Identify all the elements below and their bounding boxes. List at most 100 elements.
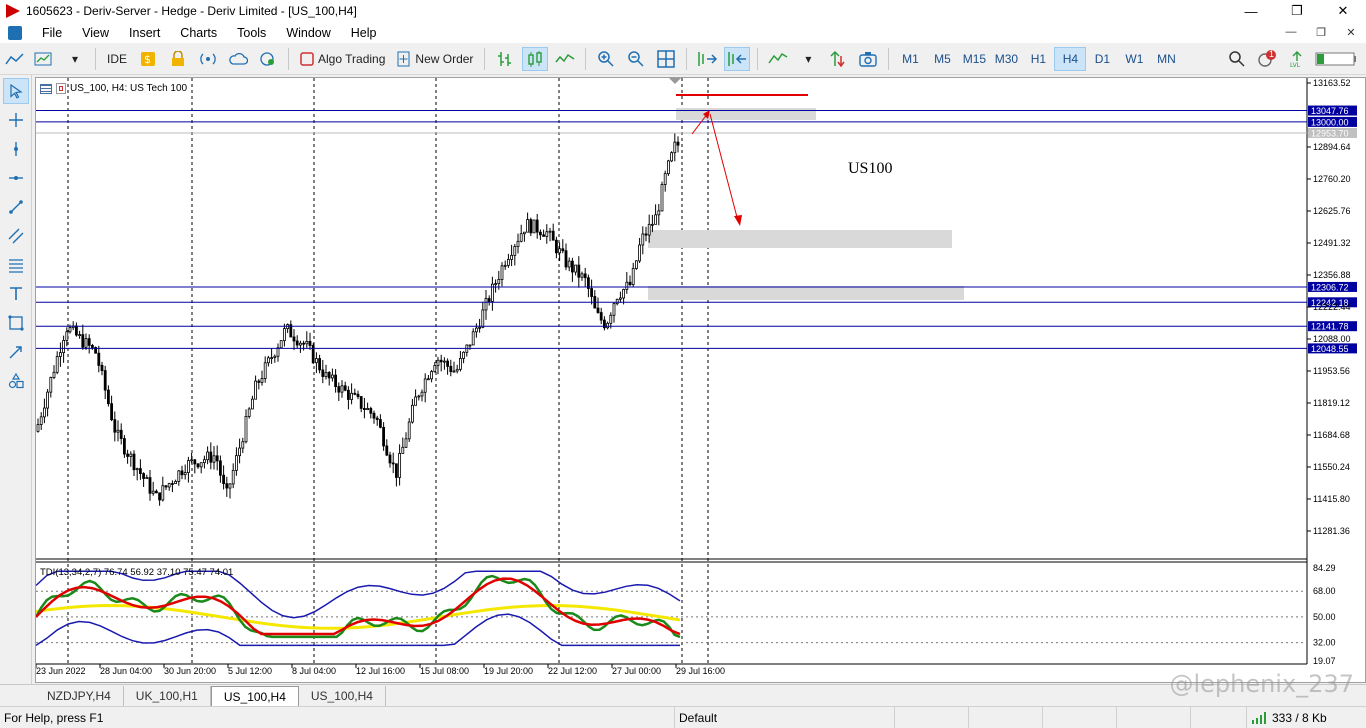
candle-body [449,365,453,373]
notifications-icon[interactable]: 1 [1254,47,1280,71]
fibonacci-tool-icon[interactable] [3,252,29,278]
timeframe-m15[interactable]: M15 [958,47,990,71]
candle-body [257,380,261,383]
candle-body [343,385,347,391]
candle-body [471,331,475,346]
chart-properties-icon[interactable] [40,83,52,94]
menu-tools[interactable]: Tools [227,26,276,40]
candle-body [87,338,91,346]
horizontal-line-tool-icon[interactable] [3,165,29,191]
candle-body [378,419,382,428]
candle-body [91,345,94,348]
signal-strength-icon[interactable]: LVL [1284,47,1310,71]
zoom-in-icon[interactable] [593,47,619,71]
market-icon[interactable]: $ [135,47,161,71]
mdi-minimize-button[interactable]: — [1276,26,1306,39]
chevron-down-icon[interactable]: ▾ [62,47,88,71]
menu-window[interactable]: Window [276,26,340,40]
trendline-tool-icon[interactable] [3,194,29,220]
chevron-down-icon[interactable]: ▾ [795,47,821,71]
chart-window[interactable]: 13047.76 13000.00 12953.70 12306.72 12242.18… [35,77,1366,683]
trade-icon[interactable] [56,83,66,94]
new-chart-icon[interactable] [32,47,58,71]
auto-scroll-icon[interactable] [694,47,720,71]
connection-status[interactable]: 333 / 8 Kb [1247,707,1366,728]
price-tag-label: 13000.00 [1311,117,1349,127]
time-label: 30 Jun 20:00 [164,666,216,676]
candlestick-icon[interactable] [522,47,549,71]
shapes-tool-icon[interactable] [3,310,29,336]
timeframe-h1[interactable]: H1 [1022,47,1054,71]
shift-marker [669,78,681,84]
timeframe-d1[interactable]: D1 [1086,47,1118,71]
price-label: 11819.12 [1313,398,1350,408]
profile-name: Default [675,706,895,728]
chart-window-icon[interactable] [8,25,22,40]
candle-body [417,395,421,398]
candle-body [116,429,120,433]
new-order-button[interactable]: New Order [393,47,477,71]
candle-body [516,240,520,247]
tab-us100-h4[interactable]: US_100,H4 [210,686,299,706]
lock-icon[interactable] [165,47,191,71]
tab-uk100-h1[interactable]: UK_100,H1 [124,686,211,706]
time-label: 12 Jul 16:00 [356,666,405,676]
channel-tool-icon[interactable] [3,223,29,249]
candle-body [522,231,526,235]
cursor-tool-icon[interactable] [3,78,29,104]
chart-shift-icon[interactable] [724,47,751,71]
ide-button[interactable]: IDE [103,47,131,71]
price-chart[interactable]: 13047.7613000.0012953.7012306.7212242.18… [36,78,1366,684]
tab-nzdjpy-h4[interactable]: NZDJPY,H4 [35,686,124,706]
menu-insert[interactable]: Insert [119,26,170,40]
expert-advisor-icon[interactable] [825,47,851,71]
menu-help[interactable]: Help [341,26,387,40]
price-tag-label: 12048.55 [1311,344,1349,354]
timeframe-m30[interactable]: M30 [990,47,1022,71]
bar-chart-icon[interactable] [492,47,518,71]
maximize-button[interactable]: ❐ [1274,0,1320,22]
arrow-down-head [734,215,742,226]
algo-trading-button[interactable]: Algo Trading [296,47,389,71]
tile-windows-icon[interactable] [653,47,679,71]
indicators-icon[interactable] [765,47,791,71]
screenshot-icon[interactable] [855,47,881,71]
timeframe-h4[interactable]: H4 [1054,47,1087,71]
price-tag-label: 13047.76 [1311,106,1349,116]
vertical-line-tool-icon[interactable] [3,136,29,162]
line-chart-icon[interactable] [552,47,578,71]
mdi-controls: — ❐ ✕ [1276,26,1366,39]
timeframe-mn[interactable]: MN [1150,47,1182,71]
terminal-window: 1605623 - Deriv-Server - Hedge - Deriv L… [0,0,1366,728]
menu-view[interactable]: View [72,26,119,40]
close-button[interactable]: ✕ [1320,0,1366,22]
candle-body [385,445,389,456]
minimize-button[interactable]: — [1228,0,1274,22]
vps-icon[interactable] [255,47,281,71]
timeframe-w1[interactable]: W1 [1118,47,1150,71]
main-toolbar: ▾ IDE $ Algo Trading New Order ▾ M1 M5 M… [0,44,1366,75]
menu-charts[interactable]: Charts [170,26,227,40]
arrow-tool-icon[interactable] [3,339,29,365]
menu-file[interactable]: File [32,26,72,40]
timeframe-m5[interactable]: M5 [926,47,958,71]
candle-body [455,368,459,372]
text-tool-icon[interactable] [3,281,29,307]
crosshair-tool-icon[interactable] [3,107,29,133]
objects-tool-icon[interactable] [3,368,29,394]
candle-body [305,340,309,345]
candle-body [426,378,430,381]
timeframe-m1[interactable]: M1 [894,47,926,71]
cloud-icon[interactable] [225,47,251,71]
tab-us100-h4-2[interactable]: US_100,H4 [299,686,386,706]
candle-body [545,231,549,237]
mdi-close-button[interactable]: ✕ [1336,26,1366,39]
signal-icon[interactable] [195,47,221,71]
line-chart-type-icon[interactable] [2,47,28,71]
candle-body [452,370,456,373]
candle-body [330,374,334,379]
candle-body [62,340,66,353]
zoom-out-icon[interactable] [623,47,649,71]
mdi-restore-button[interactable]: ❐ [1306,26,1336,39]
search-icon[interactable] [1224,47,1250,71]
